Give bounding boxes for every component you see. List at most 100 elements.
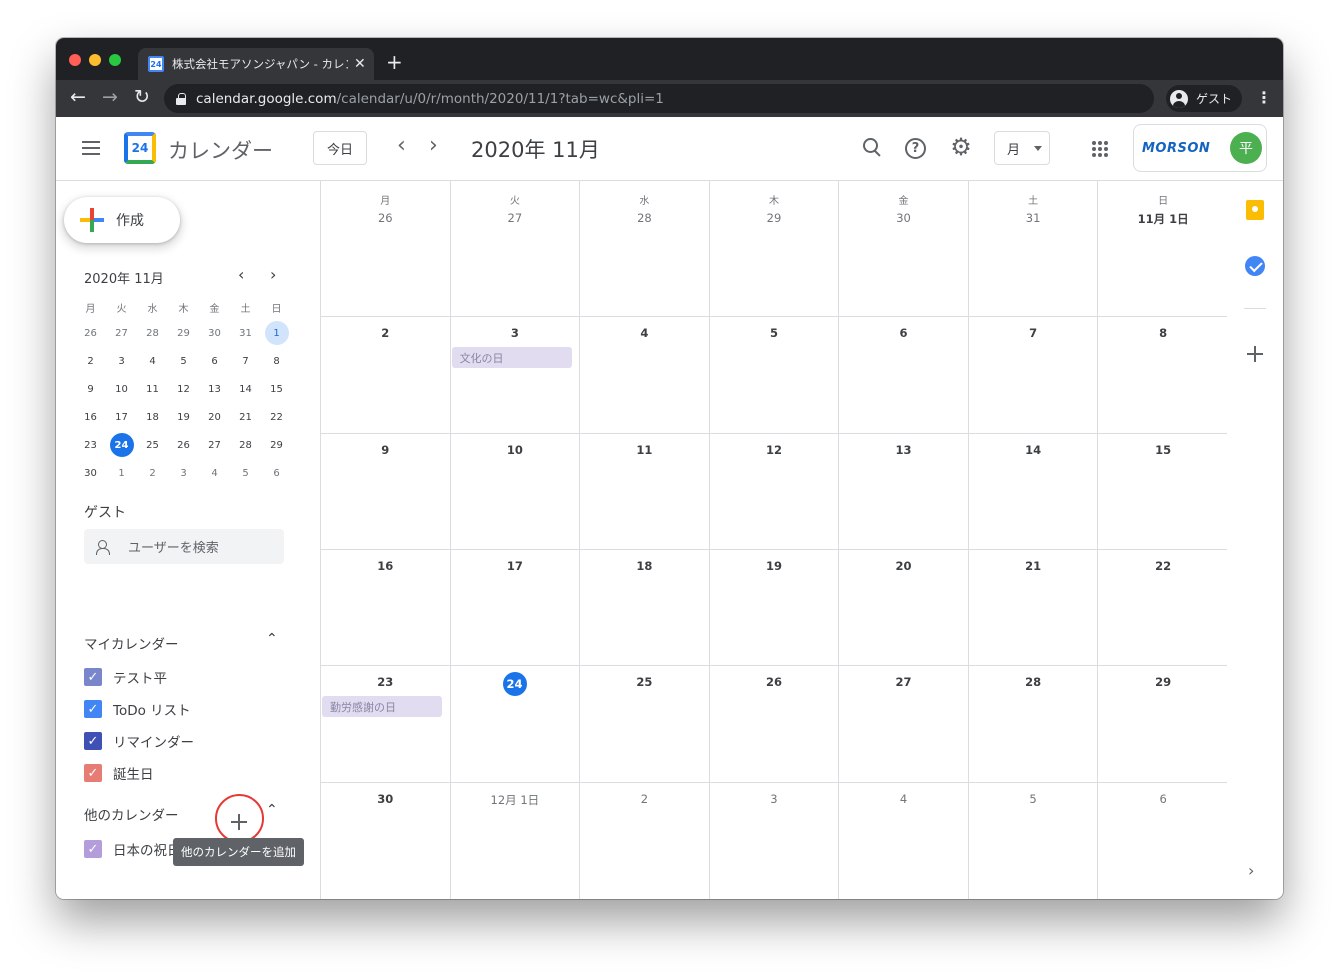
browser-tab[interactable]: 24 株式会社モアソンジャパン - カレンダー ✕ [138,48,374,80]
day-number[interactable]: 23 [321,675,450,689]
day-cell[interactable]: 16 [321,550,451,665]
day-cell[interactable]: 29 [1098,666,1228,782]
day-number[interactable]: 30 [839,211,968,225]
checkbox-checked-icon[interactable]: ✓ [84,764,102,782]
tab-close-icon[interactable]: ✕ [354,56,366,72]
day-number[interactable]: 4 [839,792,968,806]
mini-prev-month-icon[interactable]: ‹ [238,265,244,284]
mini-day[interactable]: 11 [137,377,168,401]
next-month-icon[interactable]: › [429,135,438,157]
mini-day[interactable]: 17 [106,405,137,429]
day-number[interactable]: 5 [969,792,1098,806]
checkbox-checked-icon[interactable]: ✓ [84,700,102,718]
day-cell[interactable]: 4 [839,783,969,899]
day-cell-today[interactable]: 24 [451,666,581,782]
mini-day[interactable]: 3 [106,349,137,373]
day-number[interactable]: 5 [710,326,839,340]
checkbox-checked-icon[interactable]: ✓ [84,668,102,686]
day-number[interactable]: 26 [710,675,839,689]
calendar-item-todo[interactable]: ✓ ToDo リスト [84,699,191,719]
gear-icon[interactable]: ⚙ [948,133,974,161]
mini-day[interactable]: 30 [75,461,106,485]
calendar-item-japan-holidays[interactable]: ✓ 日本の祝日 [84,839,181,859]
day-number[interactable]: 21 [969,559,1098,573]
mini-day[interactable]: 4 [137,349,168,373]
mini-day[interactable]: 26 [75,321,106,345]
mini-day[interactable]: 26 [168,433,199,457]
day-number[interactable]: 11 [580,443,709,457]
mini-day[interactable]: 16 [75,405,106,429]
today-button[interactable]: 今日 [313,131,367,165]
view-select[interactable]: 月 [994,131,1050,165]
maximize-window-button[interactable] [109,54,121,66]
back-arrow-icon[interactable]: ← [70,86,86,108]
day-number[interactable]: 16 [321,559,450,573]
mini-day[interactable]: 14 [230,377,261,401]
mini-day[interactable]: 23 [75,433,106,457]
day-number[interactable]: 8 [1098,326,1228,340]
day-number[interactable]: 3 [451,326,580,340]
mini-day[interactable]: 10 [106,377,137,401]
mini-day[interactable]: 27 [199,433,230,457]
calendar-item-test[interactable]: ✓ テスト平 [84,667,167,687]
mini-day-selected[interactable]: 1 [261,321,292,345]
day-cell[interactable]: 金 30 [839,181,969,316]
mini-day[interactable]: 18 [137,405,168,429]
day-cell[interactable]: 2 [321,317,451,433]
account-button[interactable]: MORSON 平 [1133,124,1267,172]
day-number[interactable]: 6 [1098,792,1228,806]
day-number[interactable]: 28 [969,675,1098,689]
day-cell[interactable]: 19 [710,550,840,665]
day-cell[interactable]: 4 [580,317,710,433]
mini-day[interactable]: 7 [230,349,261,373]
mini-day[interactable]: 6 [261,461,292,485]
other-calendars-heading[interactable]: 他のカレンダー [84,804,179,824]
mini-day[interactable]: 28 [137,321,168,345]
apps-grid-icon[interactable] [1092,141,1108,157]
day-number[interactable]: 14 [969,443,1098,457]
day-number[interactable]: 13 [839,443,968,457]
create-button[interactable]: 作成 [64,197,180,243]
day-cell[interactable]: 28 [969,666,1099,782]
day-cell[interactable]: 13 [839,434,969,549]
day-cell[interactable]: 土 31 [969,181,1099,316]
minimize-window-button[interactable] [89,54,101,66]
day-cell[interactable]: 25 [580,666,710,782]
day-number[interactable]: 12月 1日 [451,792,580,808]
mini-day[interactable]: 5 [230,461,261,485]
mini-day[interactable]: 9 [75,377,106,401]
day-cell[interactable]: 12 [710,434,840,549]
checkbox-checked-icon[interactable]: ✓ [84,840,102,858]
day-cell[interactable]: 木 29 [710,181,840,316]
day-cell[interactable]: 5 [710,317,840,433]
reload-icon[interactable]: ↻ [134,86,150,108]
close-window-button[interactable] [69,54,81,66]
new-tab-button[interactable]: + [386,50,403,74]
day-cell[interactable]: 11 [580,434,710,549]
mini-day-today[interactable]: 24 [106,433,137,457]
mini-day[interactable]: 12 [168,377,199,401]
day-cell[interactable]: 7 [969,317,1099,433]
previous-month-icon[interactable]: ‹ [397,135,406,157]
chevron-up-icon[interactable]: ⌃ [266,631,278,647]
day-number[interactable]: 17 [451,559,580,573]
mini-day[interactable]: 25 [137,433,168,457]
day-cell[interactable]: 21 [969,550,1099,665]
day-number[interactable]: 4 [580,326,709,340]
day-number[interactable]: 25 [580,675,709,689]
add-other-calendar-icon[interactable] [230,813,248,831]
mini-day[interactable]: 8 [261,349,292,373]
help-icon[interactable]: ? [905,138,926,159]
profile-button[interactable]: ゲスト [1166,85,1242,112]
day-cell[interactable]: 8 [1098,317,1228,433]
day-cell[interactable]: 14 [969,434,1099,549]
day-cell[interactable]: 6 [1098,783,1228,899]
day-number[interactable]: 2 [321,326,450,340]
mini-day[interactable]: 6 [199,349,230,373]
chevron-up-icon[interactable]: ⌃ [266,802,278,818]
day-number[interactable]: 12 [710,443,839,457]
mini-day[interactable]: 22 [261,405,292,429]
mini-day[interactable]: 1 [106,461,137,485]
event-chip[interactable]: 勤労感謝の日 [322,696,442,717]
day-cell[interactable]: 9 [321,434,451,549]
